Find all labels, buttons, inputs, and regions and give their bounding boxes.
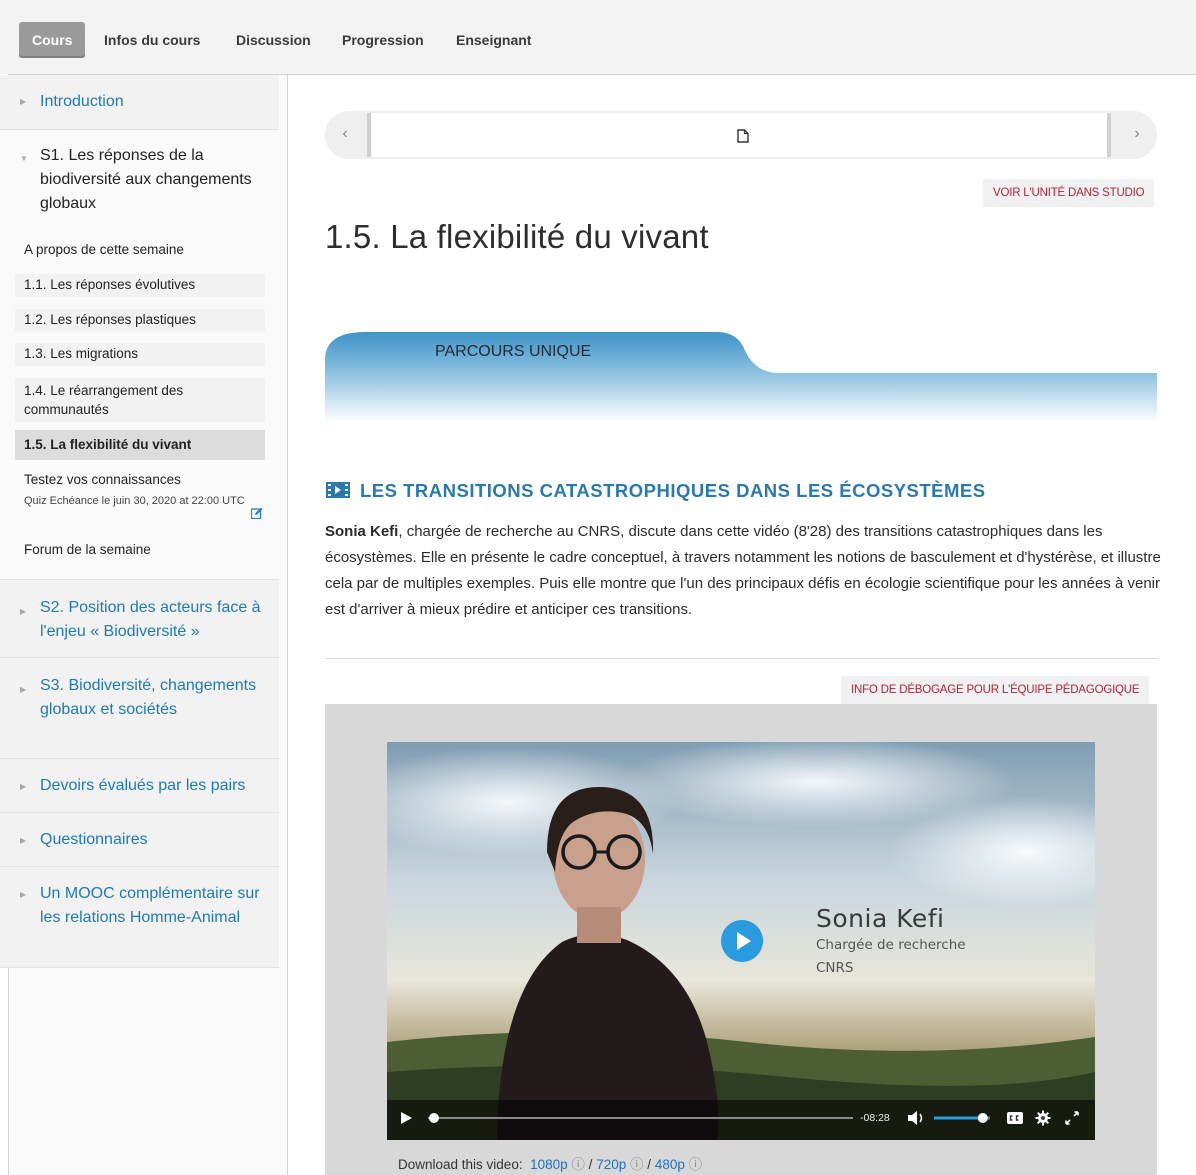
download-720p-link[interactable]: 720p [596,1157,626,1172]
video-heading-text: LES TRANSITIONS CATASTROPHIQUES DANS LES… [360,480,986,501]
sidebar-section-s2[interactable]: ▶ S2. Position des acteurs face à l'enje… [0,580,279,658]
download-480p-link[interactable]: 480p [655,1157,685,1172]
chevron-right-icon: ▶ [20,607,27,616]
volume-handle[interactable] [977,1113,988,1123]
sidebar-section-label[interactable]: S1. Les réponses de la biodiversité aux … [40,144,265,216]
closed-captions-icon[interactable] [1006,1111,1024,1125]
sidebar-section-label: Introduction [40,93,124,110]
info-icon[interactable]: ⓘ [571,1157,585,1172]
edit-icon[interactable] [251,507,263,519]
sidebar-section-label: S3. Biodiversité, changements globaux et… [40,677,257,718]
settings-gear-icon[interactable] [1035,1110,1051,1126]
sidebar-item-1-4[interactable]: 1.4. Le réarrangement des communautés [15,378,265,422]
lower-third-organization: CNRS [816,960,854,976]
quiz-due-date: Quiz Echéance le juin 30, 2020 at 22:00 … [24,495,245,507]
next-unit-button[interactable]: › [1117,111,1157,159]
chevron-right-icon: ▶ [20,97,27,106]
time-remaining: -08:28 [860,1112,890,1124]
volume-icon[interactable] [907,1110,925,1126]
download-links: Download this video: 1080p ⓘ / 720p ⓘ / … [398,1153,702,1173]
sidebar-section-devoirs[interactable]: ▶ Devoirs évalués par les pairs [0,759,279,813]
info-icon[interactable]: ⓘ [630,1157,644,1172]
separator: / [647,1157,652,1172]
previous-unit-button[interactable]: ‹ [325,111,365,159]
sidebar-section-introduction[interactable]: ▶ Introduction [0,75,279,130]
unit-tab[interactable] [367,113,1111,157]
sequence-navigation: ‹ › [325,111,1157,159]
staff-debug-info-button[interactable]: INFO DE DÉBOGAGE POUR L'ÉQUIPE PÉDAGOGIQ… [841,676,1150,704]
sidebar-section-label: S2. Position des acteurs face à l'enjeu … [40,599,261,640]
unit-title: 1.5. La flexibilité du vivant [325,218,709,255]
download-1080p-link[interactable]: 1080p [530,1157,568,1172]
sidebar-section-s3[interactable]: ▶ S3. Biodiversité, changements globaux … [0,658,279,759]
view-in-studio-button[interactable]: VOIR L'UNITÉ DANS STUDIO [983,179,1155,207]
sidebar-section-label: Un MOOC complémentaire sur les relations… [40,885,260,926]
progress-bar[interactable] [428,1112,853,1124]
sidebar-item-1-3[interactable]: 1.3. Les migrations [15,343,265,366]
sidebar-section-label: Devoirs évalués par les pairs [40,777,246,794]
sidebar-section-label: Questionnaires [40,831,148,848]
divider [325,658,1157,659]
video-description: Sonia Kefi, chargée de recherche au CNRS… [325,519,1161,623]
progress-handle[interactable] [429,1113,439,1123]
play-button-overlay[interactable] [721,920,763,962]
sidebar-item-1-1[interactable]: 1.1. Les réponses évolutives [15,274,265,297]
chevron-right-icon: ▶ [20,890,27,899]
tab-enseignant[interactable]: Enseignant [443,22,544,58]
description-text: , chargée de recherche au CNRS, discute … [325,523,1161,618]
lower-third-name: Sonia Kefi [816,904,945,933]
parcours-label: PARCOURS UNIQUE [435,343,592,360]
sidebar-item-a-propos[interactable]: A propos de cette semaine [15,240,265,259]
play-icon[interactable] [398,1110,414,1126]
sidebar-item-1-5-active[interactable]: 1.5. La flexibilité du vivant [15,430,265,460]
sidebar-item-1-2[interactable]: 1.2. Les réponses plastiques [15,309,265,332]
sidebar-section-questionnaires[interactable]: ▶ Questionnaires [0,813,279,867]
tab-cours[interactable]: Cours [19,22,86,58]
film-icon [326,482,350,498]
chevron-right-icon: ▶ [20,782,27,791]
chevron-down-icon[interactable]: ▼ [20,154,28,163]
sidebar-item-forum[interactable]: Forum de la semaine [15,540,265,559]
sidebar-section-mooc[interactable]: ▶ Un MOOC complémentaire sur les relatio… [0,867,279,968]
document-icon [737,129,749,143]
sidebar-item-quiz[interactable]: Testez vos connaissances [15,470,265,489]
chevron-right-icon: ▶ [20,685,27,694]
speaker-name-bold: Sonia Kefi [325,523,399,540]
tab-infos-du-cours[interactable]: Infos du cours [91,22,213,58]
chevron-right-icon: ▶ [20,836,27,845]
course-tabs-bar: Cours Infos du cours Discussion Progress… [0,0,1196,74]
lower-third-role: Chargée de recherche [816,937,966,953]
download-label: Download this video: [398,1157,523,1172]
volume-slider[interactable] [934,1112,994,1124]
fullscreen-icon[interactable] [1064,1110,1080,1126]
tab-progression[interactable]: Progression [329,22,437,58]
separator: / [588,1157,593,1172]
info-icon[interactable]: ⓘ [689,1157,703,1172]
tab-discussion[interactable]: Discussion [223,22,324,58]
